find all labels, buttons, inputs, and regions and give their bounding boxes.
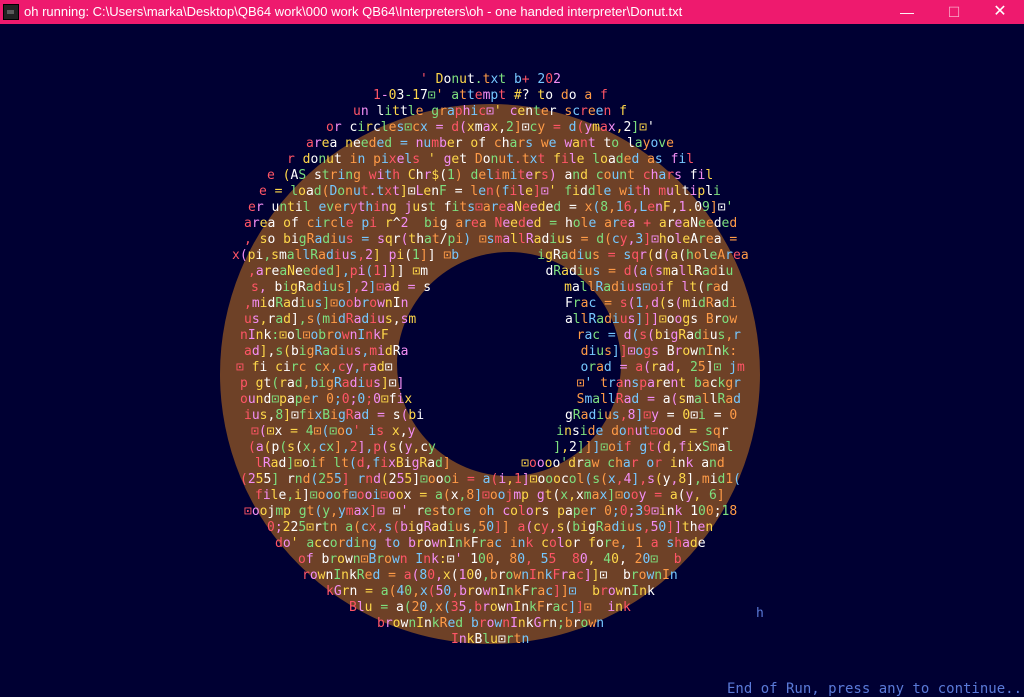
- close-button[interactable]: ✕: [977, 0, 1023, 24]
- minimize-button[interactable]: —: [884, 0, 930, 24]
- maximize-button[interactable]: ☐: [931, 0, 977, 24]
- end-of-run-message: End of Run, press any to continue...: [727, 681, 1024, 697]
- donut-hole: [397, 252, 621, 476]
- donut-graphic: [220, 104, 760, 644]
- output-text-line: ' Donut.txt b+ 202: [420, 72, 561, 87]
- program-output-canvas[interactable]: ' Donut.txt b+ 202 1-03-17⊡' attempt #? t…: [0, 24, 1024, 697]
- app-icon: [3, 4, 19, 20]
- stray-output-char: h: [756, 606, 764, 621]
- window-title: oh running: C:\Users\marka\Desktop\QB64 …: [24, 4, 683, 19]
- title-bar[interactable]: oh running: C:\Users\marka\Desktop\QB64 …: [0, 0, 1024, 24]
